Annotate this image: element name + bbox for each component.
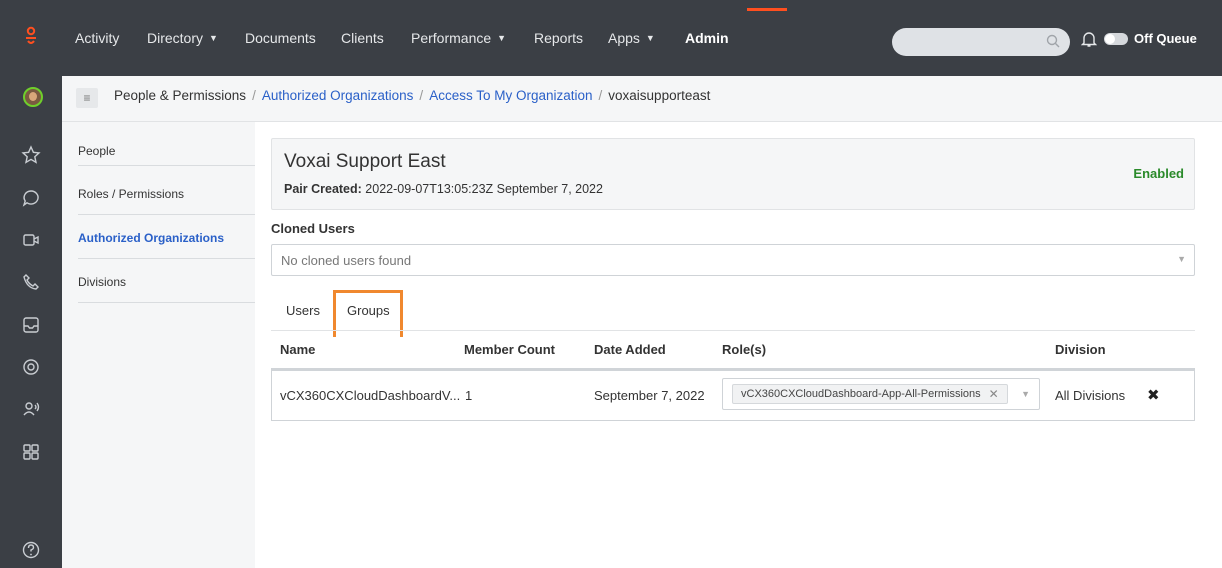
breadcrumb-bar: ≡ People & Permissions / Authorized Orga… [62,76,1222,122]
table-row: vCX360CXCloudDashboardV... 1 September 7… [271,368,1195,421]
delete-row-icon[interactable]: ✖ [1147,386,1160,404]
organization-name: Voxai Support East [284,151,446,172]
nav-item-reports[interactable]: Reports [534,30,583,46]
left-rail [0,0,62,568]
breadcrumb-separator: / [598,88,603,103]
date-added-cell: September 7, 2022 [594,388,705,403]
tab-users[interactable]: Users [286,303,320,318]
nav-item-activity[interactable]: Activity [75,30,119,46]
people-permissions-subnav: People Roles / Permissions Authorized Or… [62,122,255,568]
cloned-users-placeholder: No cloned users found [281,253,412,268]
cloned-users-select[interactable]: No cloned users found ▼ [271,244,1195,276]
chat-bubble-icon[interactable] [0,182,62,214]
menu-icon[interactable]: ≡ [76,88,98,108]
cloned-users-title: Cloned Users [271,221,355,236]
nav-item-clients[interactable]: Clients [341,30,384,46]
search-icon[interactable] [1046,34,1060,51]
star-icon[interactable] [0,139,62,171]
column-header-date-added[interactable]: Date Added [594,342,666,357]
nav-item-documents[interactable]: Documents [245,30,316,46]
status-badge: Enabled [1133,166,1184,181]
inbox-icon[interactable] [0,309,62,341]
nav-item-apps[interactable]: Apps ▼ [608,30,655,46]
breadcrumb-separator: / [252,88,256,103]
avatar[interactable] [23,87,43,107]
breadcrumb-access-to-my-organization[interactable]: Access To My Organization [429,88,592,103]
row-divider [272,368,1194,371]
chevron-down-icon: ▼ [1177,254,1186,264]
chevron-down-icon: ▼ [497,33,507,43]
bell-icon[interactable] [1080,30,1098,51]
breadcrumb-people-permissions: People & Permissions [114,88,247,103]
column-header-roles: Role(s) [722,342,767,357]
nav-item-directory[interactable]: Directory ▼ [147,30,218,46]
subnav-item-people[interactable]: People [78,122,255,166]
lifebuoy-icon[interactable] [0,351,62,383]
breadcrumb-current: voxaisupporteast [608,88,711,103]
division-cell: All Divisions [1055,388,1126,403]
pair-created-label: Pair Created: [284,182,362,196]
roles-select[interactable]: vCX360CXCloudDashboard-App-All-Permissio… [722,378,1040,410]
active-nav-indicator [747,8,787,11]
video-icon[interactable] [0,224,62,256]
nav-item-performance[interactable]: Performance ▼ [411,30,506,46]
breadcrumb: People & Permissions / Authorized Organi… [114,88,710,103]
user-voice-icon[interactable] [0,393,62,425]
subnav-item-roles-permissions[interactable]: Roles / Permissions [78,171,255,215]
chevron-down-icon: ▼ [209,33,218,43]
subnav-item-authorized-organizations[interactable]: Authorized Organizations [78,215,255,259]
apps-grid-icon[interactable] [0,436,62,468]
pair-created-value: 2022-09-07T13:05:23Z September 7, 2022 [365,182,603,196]
role-tag: vCX360CXCloudDashboard-App-All-Permissio… [732,384,1008,404]
help-icon[interactable] [0,534,62,566]
genesys-logo-icon[interactable] [0,20,62,52]
role-tag-label: vCX360CXCloudDashboard-App-All-Permissio… [741,388,981,400]
chevron-down-icon: ▼ [1021,389,1030,399]
column-header-member-count[interactable]: Member Count [464,342,555,357]
column-header-division: Division [1055,342,1106,357]
queue-toggle[interactable] [1104,33,1128,45]
organization-card: Voxai Support East Pair Created: 2022-09… [271,138,1195,210]
breadcrumb-authorized-organizations[interactable]: Authorized Organizations [262,88,414,103]
phone-icon[interactable] [0,266,62,298]
chevron-down-icon: ▼ [645,33,655,43]
column-header-name[interactable]: Name [280,342,315,357]
subnav-item-divisions[interactable]: Divisions [78,259,255,303]
group-name-cell: vCX360CXCloudDashboardV... [280,388,461,403]
member-count-cell: 1 [465,388,473,403]
pair-created: Pair Created: 2022-09-07T13:05:23Z Septe… [284,182,603,196]
queue-status-label: Off Queue [1134,31,1197,46]
nav-item-admin[interactable]: Admin [685,30,729,46]
search-input[interactable] [892,28,1070,56]
remove-role-icon[interactable]: ✕ [989,387,999,401]
breadcrumb-separator: / [419,88,424,103]
tab-divider [271,330,1195,331]
